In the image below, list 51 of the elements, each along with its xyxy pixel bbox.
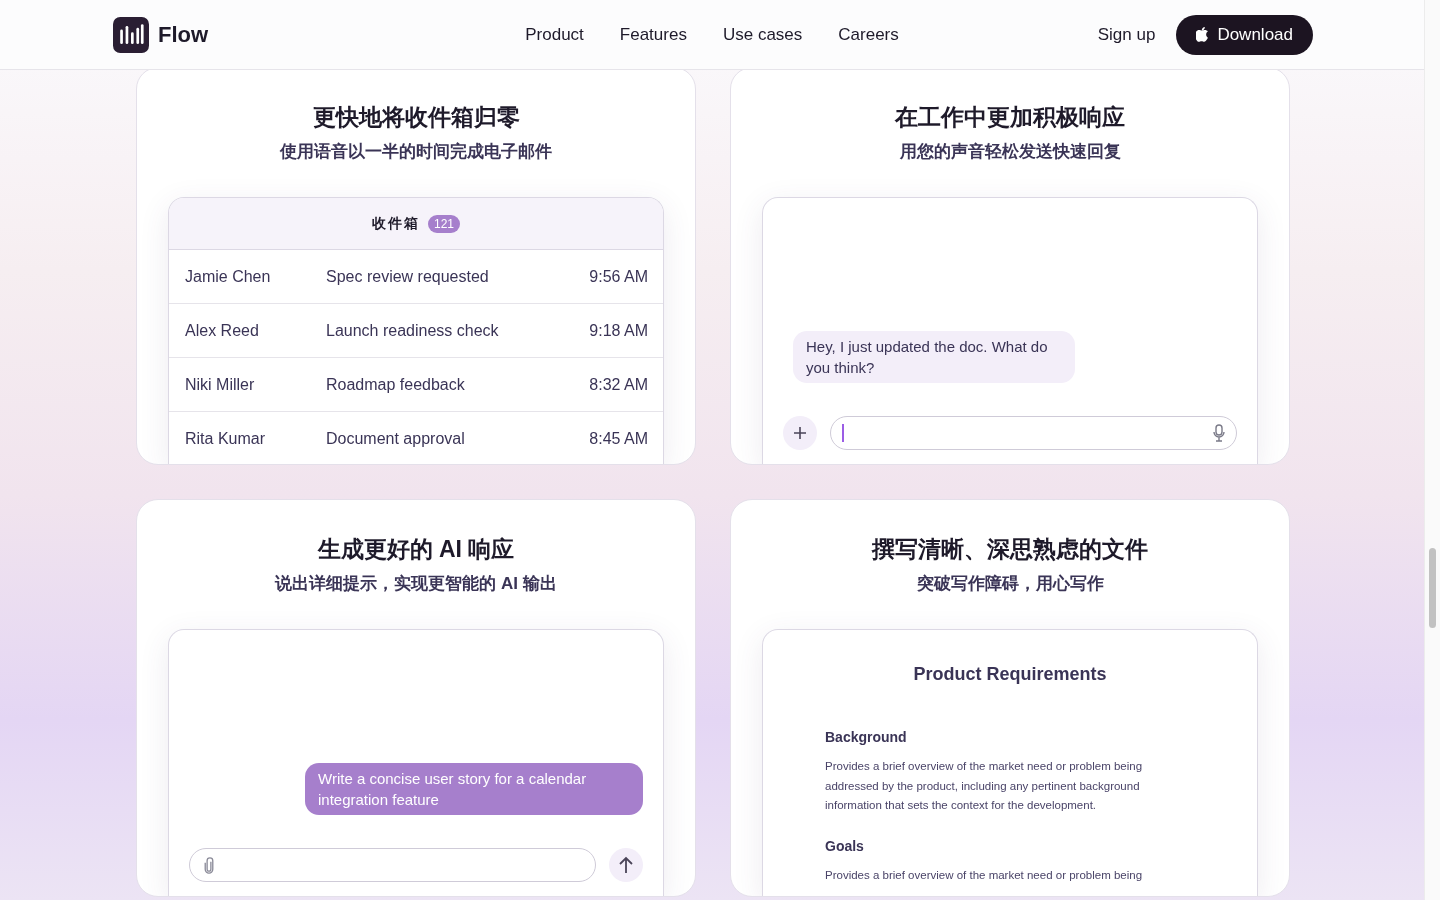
text-cursor-icon: [842, 424, 844, 442]
card-subtitle: 用您的声音轻松发送快速回复: [899, 141, 1121, 163]
send-button[interactable]: [609, 848, 643, 882]
email-subject: Spec review requested: [326, 267, 490, 286]
section-heading: Background: [825, 729, 908, 745]
message-bubble: Hey, I just updated the doc. What do you think?: [793, 331, 1075, 383]
download-button[interactable]: Download: [1176, 14, 1313, 55]
unread-count-badge: 121: [428, 214, 460, 233]
card-title: 在工作中更加积极响应: [895, 103, 1125, 132]
nav-link[interactable]: Features: [619, 24, 687, 45]
logo-icon[interactable]: [113, 16, 149, 53]
email-subject: Roadmap feedback: [326, 375, 466, 394]
email-row[interactable]: Rita Kumar Document approval 8:45 AM: [169, 412, 663, 464]
email-row[interactable]: Niki Miller Roadmap feedback 8:32 AM: [169, 358, 663, 412]
nav-link[interactable]: Product: [525, 24, 584, 45]
card-title: 更快地将收件箱归零: [312, 103, 520, 132]
apple-icon: [1196, 27, 1210, 42]
email-row[interactable]: Jamie Chen Spec review requested 9:56 AM: [169, 250, 663, 304]
brand-name[interactable]: Flow: [158, 21, 209, 48]
email-time: 9:18 AM: [589, 321, 648, 340]
card-subtitle: 使用语音以一半的时间完成电子邮件: [280, 141, 552, 163]
document-title: Product Requirements: [912, 664, 1108, 685]
email-sender: Rita Kumar: [185, 429, 267, 448]
email-sender: Jamie Chen: [185, 267, 272, 286]
card-title: 撰写清晰、深思熟虑的文件: [872, 535, 1148, 564]
section-paragraph: Provides a brief overview of the market need or problem being: [825, 867, 1144, 883]
email-time: 8:32 AM: [589, 375, 648, 394]
scrollbar-thumb[interactable]: [1429, 548, 1436, 628]
nav-link[interactable]: Careers: [838, 24, 899, 45]
inbox-label: 收件箱: [372, 214, 420, 233]
email-sender: Alex Reed: [185, 321, 260, 340]
email-row[interactable]: Alex Reed Launch readiness check 9:18 AM: [169, 304, 663, 358]
message-bubble: Write a concise user story for a calendar integration feature: [305, 763, 643, 815]
email-time: 8:45 AM: [589, 429, 648, 448]
email-time: 9:56 AM: [589, 267, 648, 286]
add-button[interactable]: [783, 416, 817, 450]
scrollbar[interactable]: [1424, 0, 1440, 900]
section-paragraph: Provides a brief overview of the market need or problem being addressed by the product, including any pertinent background information that sets the context for the development.: [825, 759, 1144, 813]
email-subject: Document approval: [326, 429, 466, 448]
paperclip-icon[interactable]: [204, 856, 214, 874]
email-sender: Niki Miller: [185, 375, 256, 394]
card-subtitle: 说出详细提示，实现更智能的 AI 输出: [275, 573, 557, 595]
arrow-up-icon: [618, 856, 634, 874]
section-heading: Goals: [825, 837, 865, 854]
card-title: 生成更好的 AI 响应: [317, 535, 515, 564]
nav-link[interactable]: Use cases: [722, 24, 803, 45]
plus-icon: [793, 426, 807, 440]
card-subtitle: 突破写作障碍，用心写作: [916, 573, 1104, 595]
microphone-icon[interactable]: [1213, 424, 1225, 442]
sign-up-link[interactable]: Sign up: [1097, 24, 1156, 45]
email-subject: Launch readiness check: [326, 321, 500, 340]
